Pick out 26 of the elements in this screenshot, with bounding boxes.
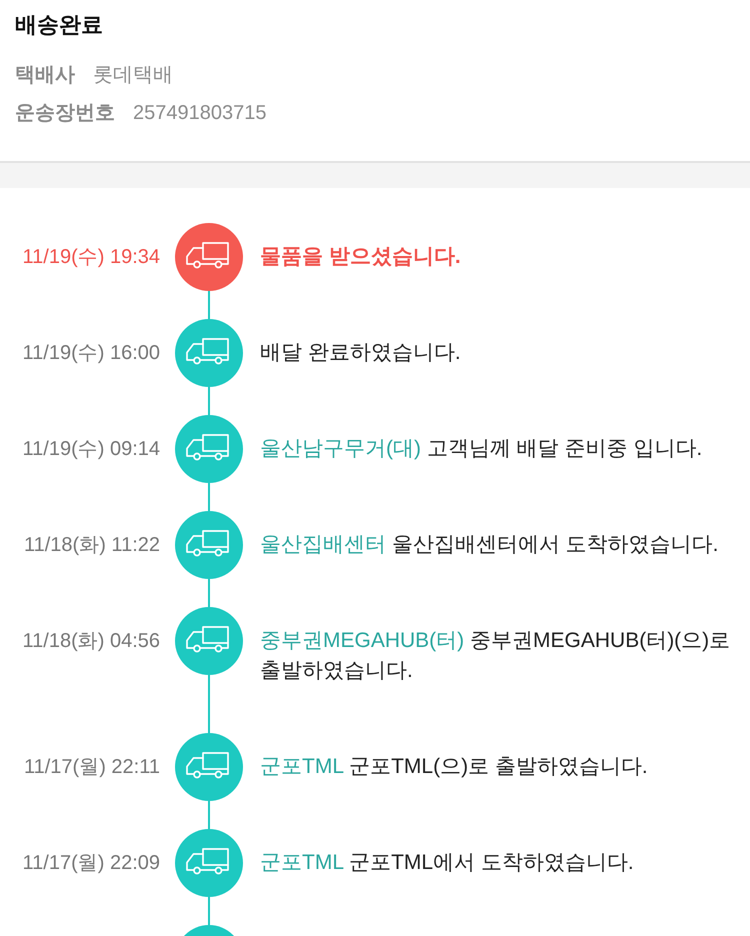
timestamp: 11/19(수) 19:34 <box>22 245 160 270</box>
timestamp: 11/18(화) 11:22 <box>24 533 160 558</box>
connector-line <box>208 897 210 925</box>
timestamp: 11/19(수) 09:14 <box>22 437 160 462</box>
field-label: 택배사 <box>15 63 75 88</box>
connector-line <box>208 483 210 511</box>
field-value: 257491803715 <box>133 101 266 126</box>
page-title: 배송완료 <box>15 11 103 39</box>
status-message: 물품을 받으셨습니다. <box>260 244 461 270</box>
connector-line <box>208 579 210 607</box>
connector-line <box>208 291 210 319</box>
status-message: 중부권MEGAHUB(터) 중부권MEGAHUB(터)(으)로 출발하였습니다. <box>260 628 732 684</box>
status-message: 울산집배센터 울산집배센터에서 도착하였습니다. <box>260 532 719 558</box>
connector-line <box>208 801 210 829</box>
connector-line <box>208 387 210 415</box>
field-label: 운송장번호 <box>15 101 115 126</box>
timestamp: 11/18(화) 04:56 <box>22 629 160 654</box>
status-message: 울산남구무거(대) 고객님께 배달 준비중 입니다. <box>260 436 702 462</box>
timestamp: 11/19(수) 16:00 <box>22 341 160 366</box>
timestamp: 11/17(월) 22:09 <box>22 851 160 876</box>
status-message: 군포TML 군포TML(으)로 출발하였습니다. <box>260 754 648 780</box>
field-value: 롯데택배 <box>93 63 173 88</box>
status-message: 배달 완료하였습니다. <box>260 340 461 366</box>
status-message: 군포TML 군포TML에서 도착하였습니다. <box>260 850 634 876</box>
connector-line <box>208 675 210 733</box>
timestamp: 11/17(월) 22:11 <box>24 755 160 780</box>
